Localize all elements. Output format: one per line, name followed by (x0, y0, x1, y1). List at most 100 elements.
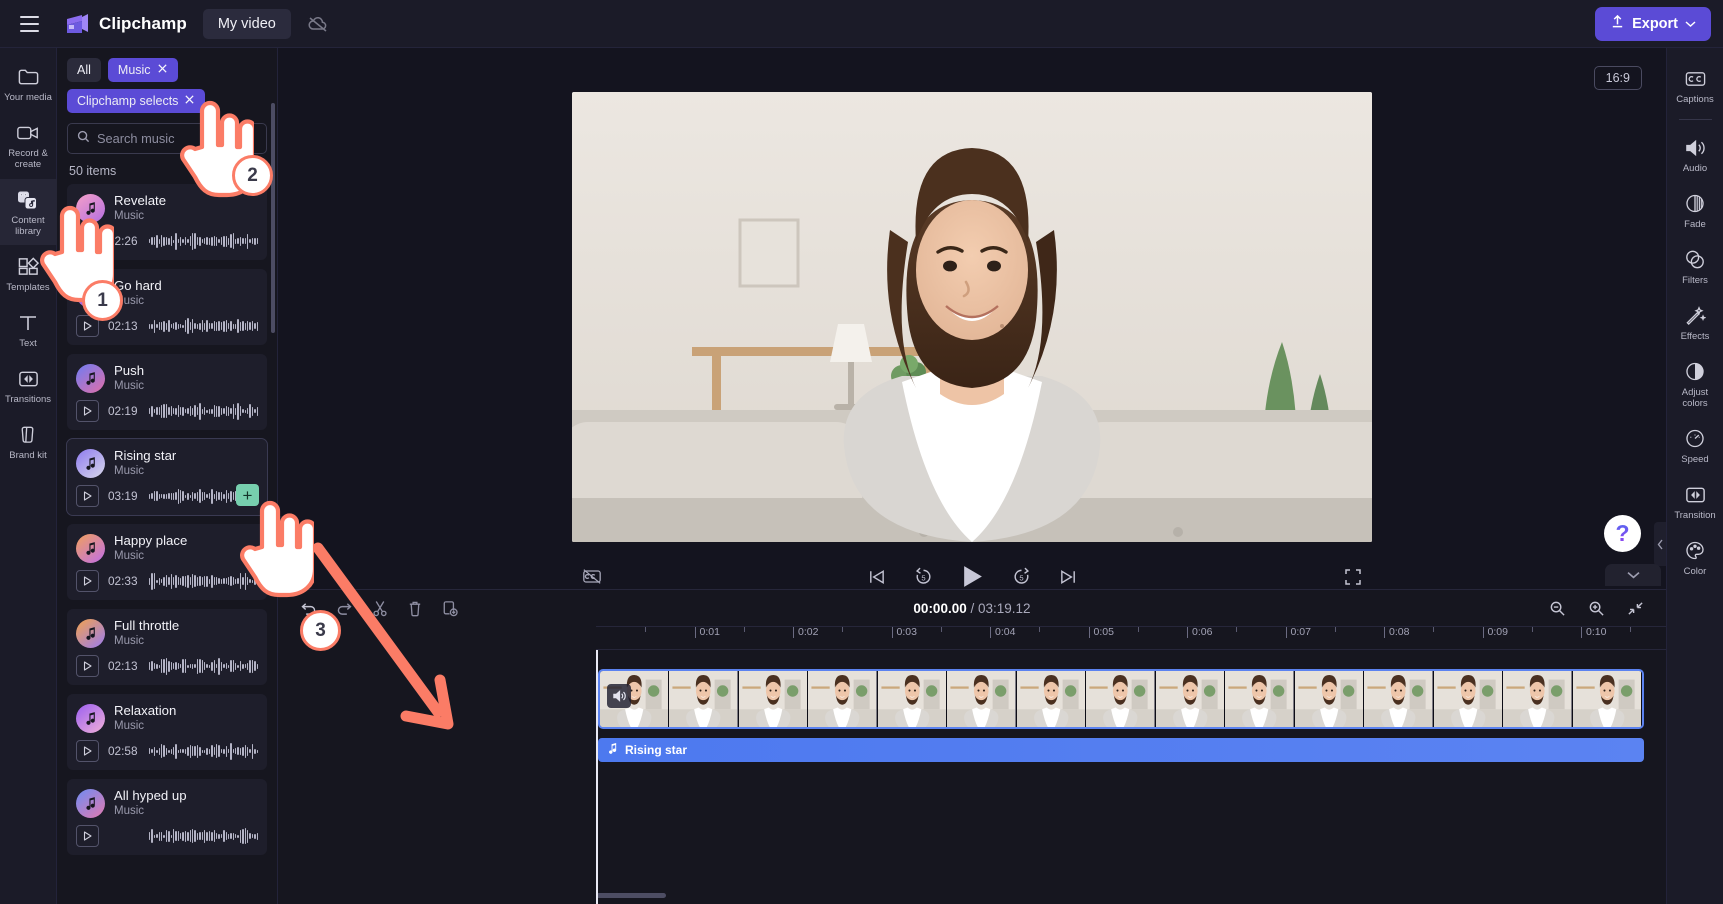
sidebar-item-text[interactable]: Text (0, 302, 57, 357)
play-button[interactable] (76, 570, 99, 592)
cloud-off-icon[interactable] (305, 11, 331, 37)
chip-music[interactable]: Music (107, 58, 178, 82)
forward-5-button[interactable]: 5 (1011, 566, 1032, 587)
zoom-out-button[interactable] (1549, 600, 1566, 617)
rail-item-adjust-colors[interactable]: Adjust colors (1667, 351, 1723, 417)
speed-icon (1684, 427, 1706, 450)
music-list-item[interactable]: Push Music 02:19 (67, 354, 267, 430)
search-input[interactable] (97, 131, 257, 146)
music-list-item[interactable]: Full throttle Music 02:13 (67, 609, 267, 685)
panel-collapse-button[interactable] (275, 516, 287, 560)
play-button[interactable] (76, 485, 99, 507)
rail-item-color[interactable]: Color (1667, 530, 1723, 585)
music-list[interactable]: Revelate Music 02:26 Go hard Music 02:13 Push M… (57, 184, 277, 904)
ruler-minor-tick (1334, 627, 1336, 632)
undo-button[interactable] (300, 601, 317, 616)
ruler-tick: 0:01 (694, 627, 720, 638)
sidebar-item-content-library[interactable]: Content library (0, 179, 57, 245)
video-thumbnail (877, 671, 948, 727)
preview-stage: 16:9 5 5 (278, 48, 1666, 589)
music-list-item[interactable]: Relaxation Music 02:58 (67, 694, 267, 770)
timeline-ruler[interactable]: 0:01 0:02 0:03 0:04 0:05 0:06 0:07 0:08 0:09 0:10… (596, 626, 1666, 650)
sidebar-item-your-media[interactable]: Your media (0, 56, 57, 111)
rail-item-captions[interactable]: Captions (1667, 58, 1723, 113)
play-button[interactable] (76, 230, 99, 252)
hamburger-icon[interactable] (12, 7, 46, 41)
effects-icon (1684, 304, 1706, 327)
rail-item-transition[interactable]: Transition (1667, 474, 1723, 529)
export-button[interactable]: Export (1595, 6, 1711, 41)
rail-item-fade[interactable]: Fade (1667, 183, 1723, 238)
preview-collapse-tab[interactable] (1605, 564, 1661, 586)
video-clip[interactable] (598, 669, 1644, 729)
folder-icon (17, 65, 40, 88)
track-duration: 02:13 (108, 319, 138, 333)
brand-kit-icon (17, 423, 39, 446)
track-duration: 02:19 (108, 404, 138, 418)
sidebar-item-templates[interactable]: Templates (0, 246, 57, 301)
ruler-label: 0:08 (1389, 626, 1410, 638)
rail-item-filters[interactable]: Filters (1667, 239, 1723, 294)
music-list-item[interactable]: Go hard Music 02:13 (67, 269, 267, 345)
ruler-label: 0:09 (1487, 626, 1508, 638)
play-button[interactable] (76, 400, 99, 422)
fullscreen-icon[interactable] (1344, 568, 1362, 586)
captions-off-icon[interactable] (582, 568, 602, 585)
sidebar-item-brand-kit[interactable]: Brand kit (0, 414, 57, 469)
play-button[interactable] (76, 315, 99, 337)
panel-scrollbar[interactable] (271, 103, 275, 333)
video-thumbnail (808, 671, 878, 727)
fit-to-screen-button[interactable] (1627, 600, 1644, 617)
rising-star-add-button[interactable]: + (236, 484, 259, 506)
chip-clipchamp-selects[interactable]: Clipchamp selects (67, 89, 206, 113)
audio-clip[interactable]: Rising star (598, 738, 1644, 762)
ruler-label: 0:03 (896, 626, 917, 638)
zoom-in-button[interactable] (1588, 600, 1605, 617)
play-button[interactable] (961, 564, 984, 589)
music-list-item[interactable]: Rising star Music 03:19 + (66, 438, 268, 516)
music-list-item[interactable]: Happy place Music 02:33 (67, 524, 267, 600)
project-name-field[interactable]: My video (202, 8, 291, 39)
skip-start-button[interactable] (867, 568, 886, 586)
speaker-icon[interactable] (607, 684, 631, 708)
video-preview[interactable] (572, 92, 1372, 542)
ruler-label: 0:04 (995, 626, 1016, 638)
chip-all[interactable]: All (67, 58, 101, 82)
search-box[interactable] (67, 123, 267, 154)
playhead[interactable] (596, 650, 598, 904)
rail-item-speed[interactable]: Speed (1667, 418, 1723, 473)
play-button[interactable] (76, 740, 99, 762)
play-button[interactable] (76, 825, 99, 847)
rewind-5-button[interactable]: 5 (913, 566, 934, 587)
timeline-horizontal-scrollbar[interactable] (596, 893, 666, 898)
sidebar-item-record-create[interactable]: Record & create (0, 112, 57, 178)
sidebar-item-transitions[interactable]: Transitions (0, 358, 57, 413)
rail-item-audio[interactable]: Audio (1667, 127, 1723, 182)
skip-end-button[interactable] (1059, 568, 1078, 586)
split-button[interactable] (372, 600, 388, 617)
rail-item-effects[interactable]: Effects (1667, 295, 1723, 350)
aspect-ratio-badge[interactable]: 16:9 (1593, 66, 1642, 90)
chip-label: Clipchamp selects (77, 94, 179, 108)
ruler-tick: 0:09 (1482, 627, 1508, 638)
track-subtitle: Music (114, 720, 145, 732)
track-subtitle: Music (114, 295, 145, 307)
delete-button[interactable] (407, 600, 423, 617)
rail-label: Effects (1680, 331, 1710, 342)
music-list-item[interactable]: Revelate Music 02:26 (67, 184, 267, 260)
close-icon[interactable] (157, 63, 168, 77)
track-subtitle: Music (114, 550, 145, 562)
redo-button[interactable] (336, 601, 353, 616)
close-icon[interactable] (184, 94, 195, 108)
ruler-minor-tick (1137, 627, 1139, 632)
music-list-item[interactable]: All hyped up Music (67, 779, 267, 855)
ruler-minor-tick (1039, 627, 1041, 632)
timeline-toolbar: 00:00.00 / 03:19.12 (278, 590, 1666, 626)
sidebar-label: Content library (11, 215, 45, 237)
right-panel-collapse-button[interactable] (1654, 522, 1666, 566)
duplicate-button[interactable] (442, 600, 459, 617)
help-button[interactable]: ? (1604, 515, 1641, 552)
video-thumbnail (1155, 671, 1226, 727)
album-art-icon (76, 193, 105, 223)
play-button[interactable] (76, 655, 99, 677)
